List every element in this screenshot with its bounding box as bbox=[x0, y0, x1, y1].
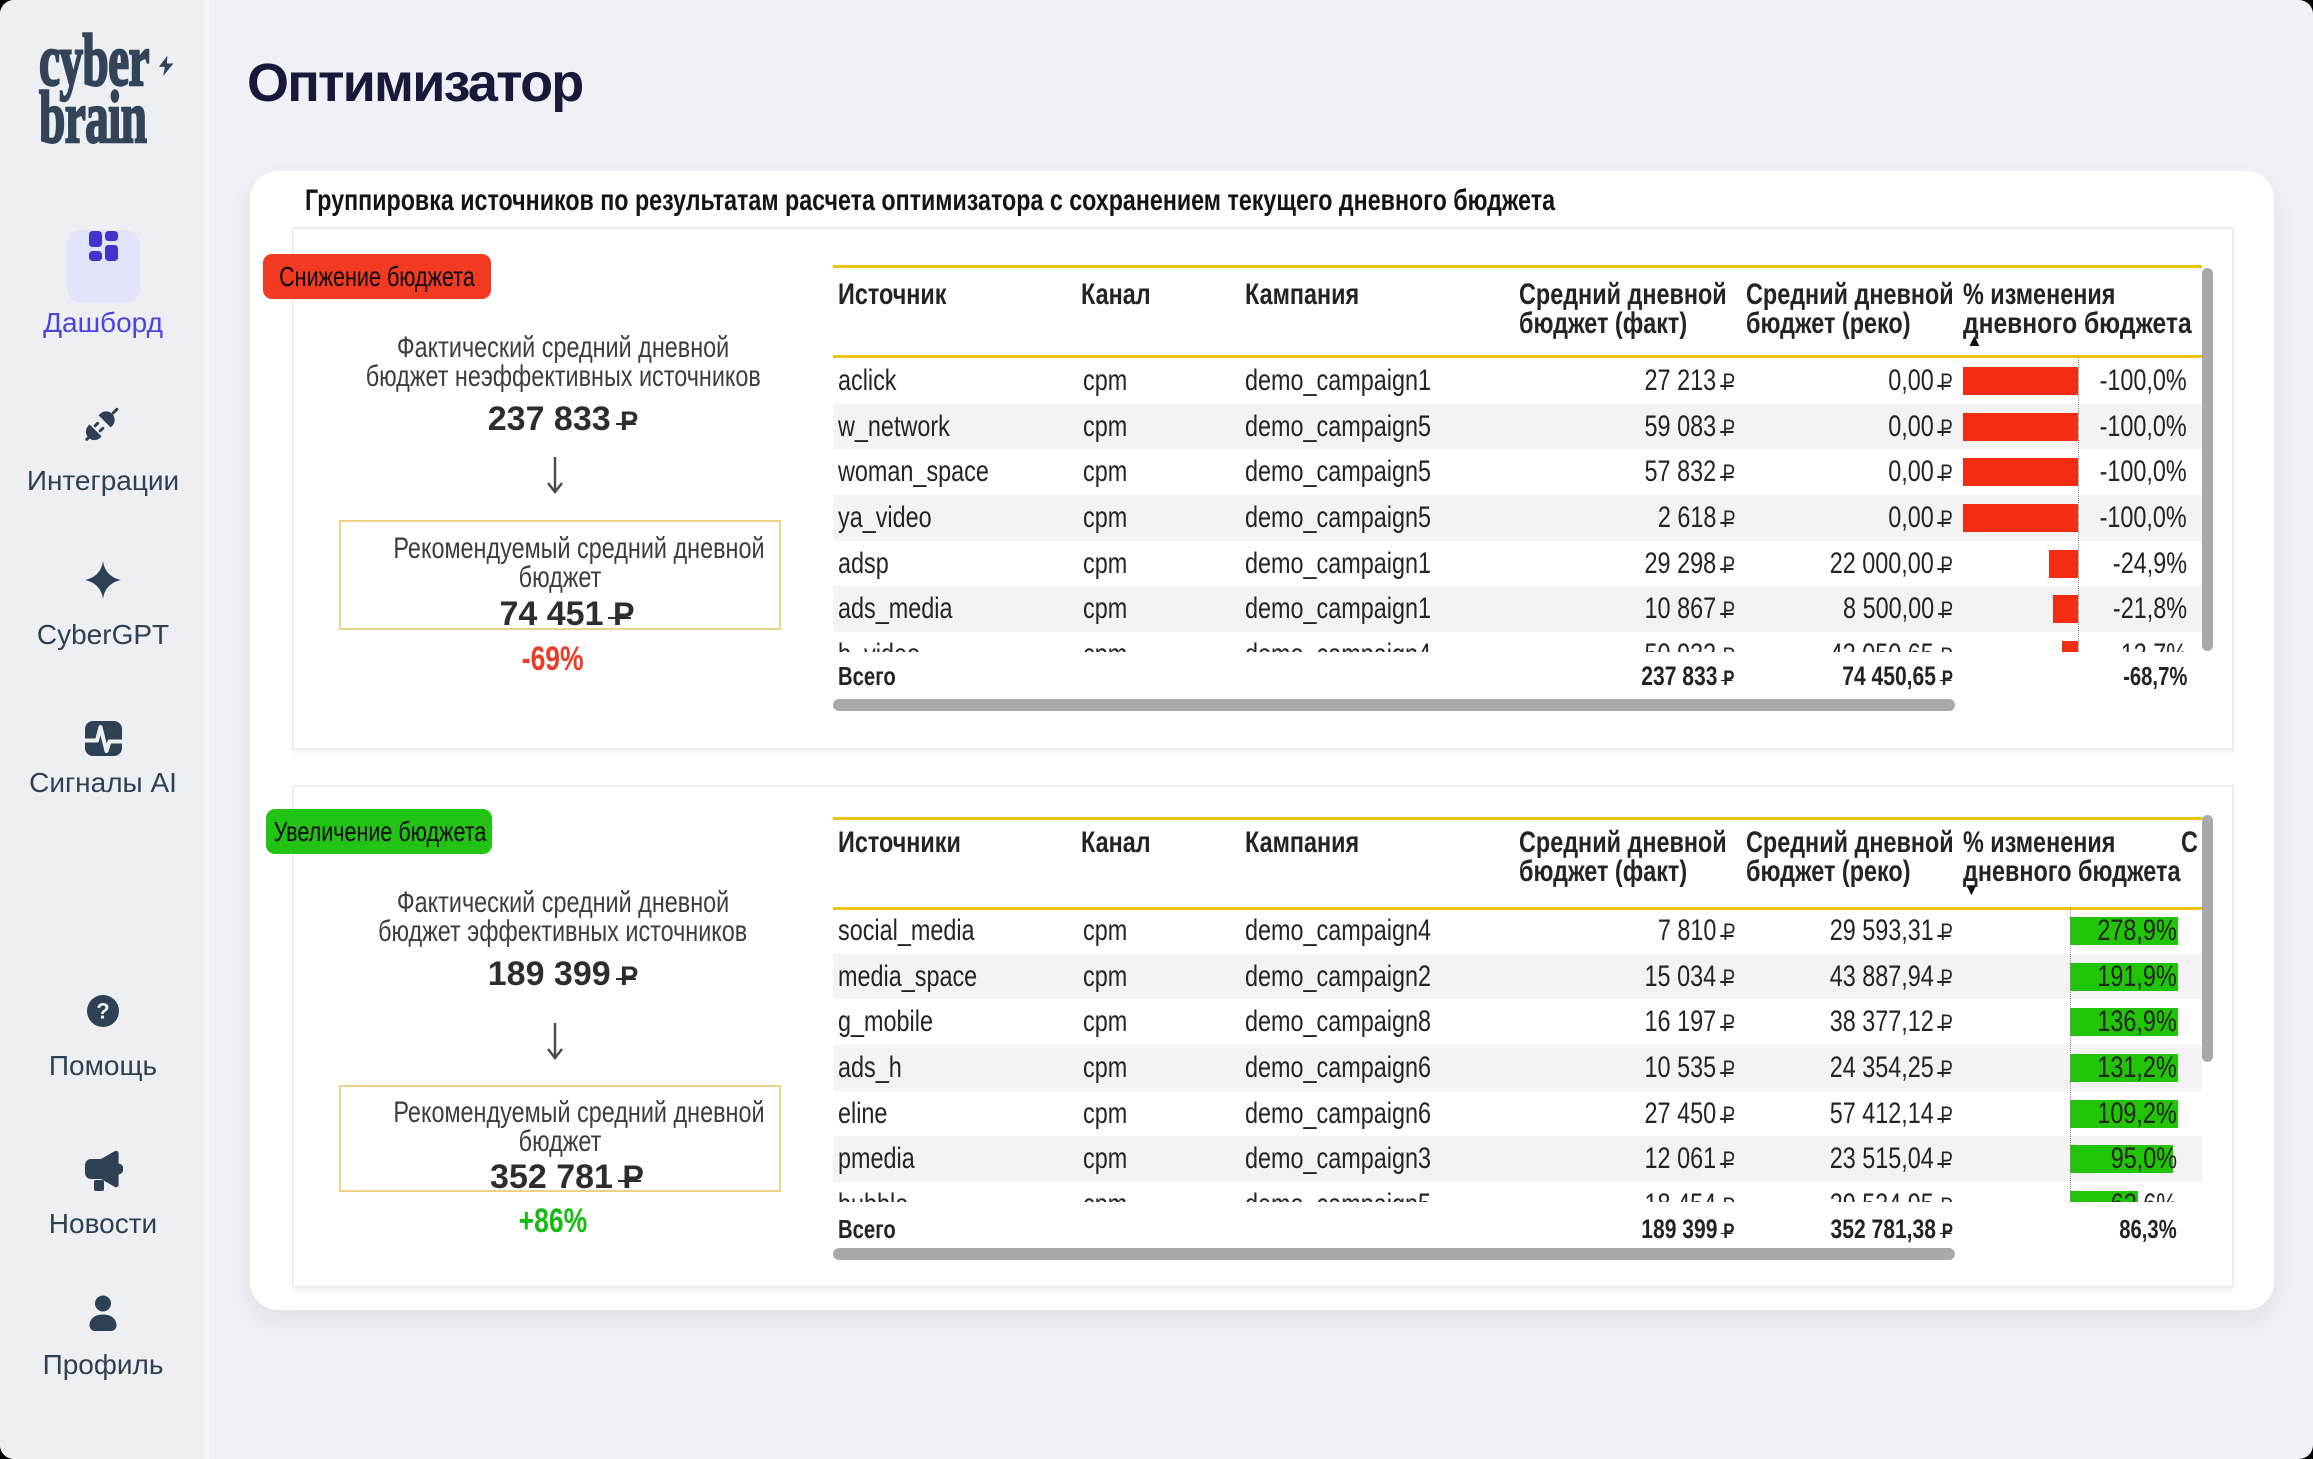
svg-text:?: ? bbox=[96, 999, 109, 1024]
